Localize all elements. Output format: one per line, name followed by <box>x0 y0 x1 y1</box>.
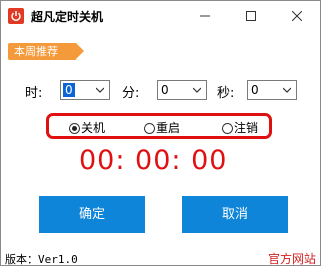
chevron-down-icon <box>96 87 104 93</box>
minimize-button[interactable] <box>182 1 228 31</box>
second-select[interactable]: 0 <box>247 80 297 100</box>
radio-label: 关机 <box>81 121 106 135</box>
minimize-icon <box>200 15 210 17</box>
hour-label: 时: <box>25 86 43 101</box>
countdown-display: 00: 00: 00 <box>79 145 228 176</box>
weekly-recommend-tag[interactable]: 本周推荐 <box>8 43 84 60</box>
maximize-icon <box>246 11 256 21</box>
radio-circle <box>144 123 155 134</box>
close-icon <box>292 11 302 21</box>
hour-select[interactable]: 0 <box>60 80 110 100</box>
radio-shutdown[interactable]: 关机 <box>69 119 105 136</box>
version-label: 版本：Ver1.0 <box>5 253 78 266</box>
second-value: 0 <box>251 83 259 97</box>
radio-circle <box>69 123 80 134</box>
minute-select[interactable]: 0 <box>157 80 207 100</box>
second-label: 秒: <box>217 86 235 101</box>
minute-value: 0 <box>161 83 169 97</box>
power-icon <box>8 8 24 24</box>
radio-restart[interactable]: 重启 <box>144 119 180 136</box>
chevron-down-icon <box>193 87 201 93</box>
official-site-link[interactable]: 官方网站 <box>268 250 316 265</box>
radio-circle <box>222 123 233 134</box>
hour-value: 0 <box>63 83 75 97</box>
title-bar[interactable]: 超凡定时关机 <box>1 1 320 31</box>
app-window: 超凡定时关机 本周推荐 时: 0 分: 0 秒: 0 关机 重启 注销 00: … <box>0 0 321 266</box>
minute-label: 分: <box>122 86 140 101</box>
radio-logoff[interactable]: 注销 <box>222 119 258 136</box>
chevron-down-icon <box>283 87 291 93</box>
mode-radio-group: 关机 重启 注销 <box>46 113 272 139</box>
cancel-button[interactable]: 取消 <box>182 196 288 233</box>
maximize-button[interactable] <box>228 1 274 31</box>
radio-label: 重启 <box>156 121 181 135</box>
radio-label: 注销 <box>234 121 259 135</box>
confirm-button[interactable]: 确定 <box>39 196 145 233</box>
window-title: 超凡定时关机 <box>31 10 104 24</box>
close-button[interactable] <box>274 1 320 31</box>
